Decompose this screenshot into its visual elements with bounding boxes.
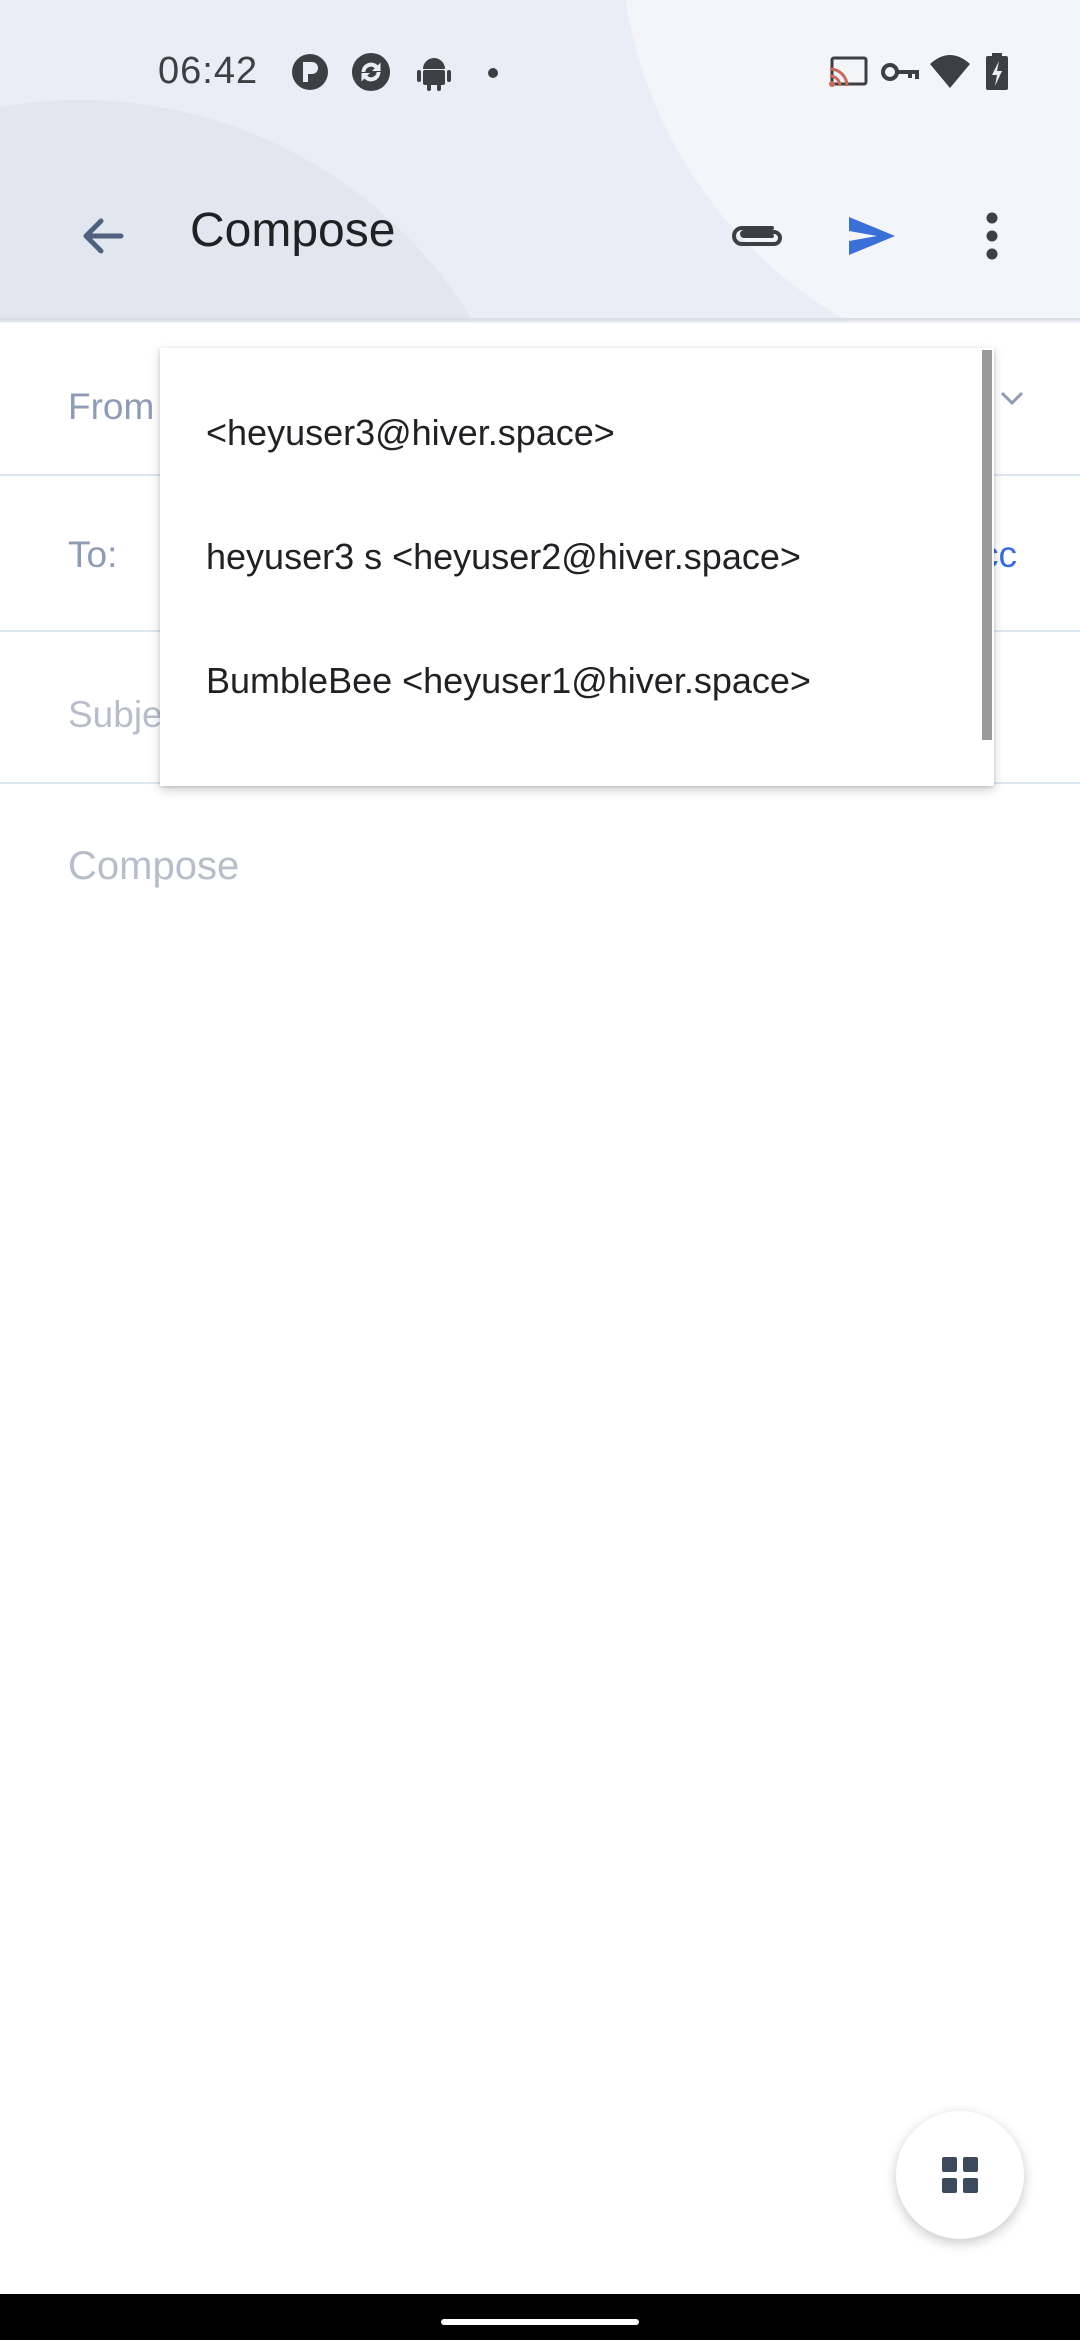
dropdown-option[interactable]: heyuser3 s <heyuser2@hiver.space>	[206, 536, 801, 578]
paperclip-icon	[732, 226, 782, 246]
app-notification-icon	[292, 54, 328, 90]
vpn-key-icon	[881, 63, 919, 81]
status-time: 06:42	[158, 50, 259, 92]
dropdown-option[interactable]: BumbleBee <heyuser1@hiver.space>	[206, 660, 811, 702]
send-button[interactable]	[832, 196, 912, 276]
send-icon	[849, 217, 895, 255]
compose-body-field[interactable]: Compose	[68, 844, 239, 889]
battery-charging-icon	[986, 53, 1008, 90]
more-options-button[interactable]	[952, 196, 1032, 276]
from-dropdown-menu: <heyuser3@hiver.space> heyuser3 s <heyus…	[160, 348, 994, 786]
to-label: To:	[68, 534, 118, 575]
system-navigation-bar	[0, 2294, 1080, 2340]
android-icon	[417, 58, 451, 91]
dropdown-scrollbar[interactable]	[982, 350, 992, 740]
attach-button[interactable]	[716, 196, 796, 276]
wifi-icon	[930, 55, 970, 88]
cast-icon	[829, 56, 868, 87]
subject-field[interactable]: Subje	[68, 694, 163, 736]
sync-icon	[351, 52, 391, 92]
apps-grid-icon	[942, 2157, 978, 2193]
apps-fab-button[interactable]	[896, 2111, 1024, 2239]
more-vert-icon	[986, 212, 998, 260]
back-button[interactable]	[62, 196, 142, 276]
dot-icon	[488, 68, 498, 78]
page-title: Compose	[190, 204, 396, 257]
dropdown-option[interactable]: <heyuser3@hiver.space>	[206, 412, 615, 454]
header-background	[0, 0, 1080, 322]
home-gesture-handle[interactable]	[441, 2319, 639, 2325]
from-label: From	[68, 386, 155, 427]
arrow-back-icon	[83, 218, 124, 254]
chevron-down-icon[interactable]	[998, 388, 1026, 408]
